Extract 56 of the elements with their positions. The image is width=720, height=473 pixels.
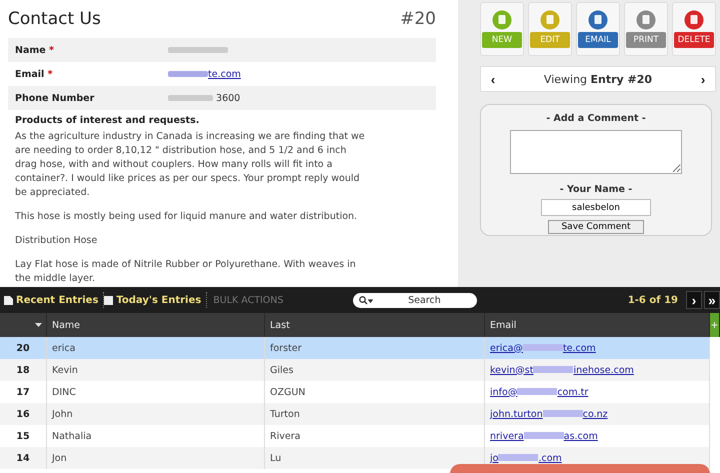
entries-tab[interactable]: Recent Entries — [4, 292, 104, 308]
checkbox-icon — [104, 295, 114, 305]
table-cell: John — [47, 403, 265, 425]
redacted-text — [168, 70, 208, 77]
document-icon — [4, 295, 13, 305]
table-cell: Giles — [265, 359, 485, 381]
viewing-label: Viewing Entry #20 — [542, 72, 654, 86]
column-header[interactable]: Name — [47, 313, 265, 337]
email-link[interactable]: info@ com.tr — [490, 386, 588, 398]
table-row[interactable]: 18 Kevin Giles kevin@st inehose.com — [0, 359, 710, 381]
field-label: Email * — [15, 68, 54, 80]
field-label: Name * — [15, 44, 55, 56]
action-button[interactable]: EMAIL — [576, 2, 620, 56]
redacted-text — [168, 47, 228, 53]
phone-value: 3600 — [168, 92, 240, 104]
sort-header[interactable] — [0, 313, 47, 337]
page-count: 1-6 of 19 — [628, 294, 678, 306]
page-title: Contact Us — [8, 9, 101, 29]
message-paragraph: This hose is mostly being used for liquid manure and water distribution. — [15, 210, 358, 224]
field-label: Phone Number — [15, 92, 96, 104]
message-paragraph: As the agriculture industry in Canada is increasing we are finding that we are needing to order 8,10,12 " distribution hose, and 5 1/2 and 6 inch drag hose, with and without couplers. How many rolls will fit into a container?. I would like prices as per our specs. Your prompt reply would be appreciated. — [15, 130, 366, 200]
table-cell: 18 — [0, 359, 47, 381]
last-page-button[interactable]: » — [704, 291, 720, 309]
table-cell: 16 — [0, 403, 47, 425]
table-row[interactable]: 14 Jon Lu jo .com — [0, 447, 710, 469]
table-cell: Kevin — [47, 359, 265, 381]
next-page-button[interactable]: › — [686, 291, 702, 309]
comment-heading: - Add a Comment - — [546, 113, 646, 124]
email-link[interactable]: nrivera as.com — [490, 430, 598, 442]
search-field[interactable]: Search — [353, 292, 478, 308]
email-link[interactable]: te.com — [168, 68, 241, 80]
table-row[interactable]: 20 erica forster erica@ te.com — [0, 337, 710, 359]
entries-tab[interactable]: Today's Entries — [104, 292, 208, 308]
entry-number: #20 — [400, 9, 436, 29]
table-row[interactable]: 16 John Turton john.turton co.nz — [0, 403, 710, 425]
table-cell: Turton — [265, 403, 485, 425]
table-cell: Jon — [47, 447, 265, 469]
email-link[interactable]: jo .com — [490, 452, 562, 464]
action-button[interactable]: DELETE — [672, 2, 716, 56]
table-cell: 20 — [0, 337, 47, 359]
caret-icon — [35, 323, 42, 327]
comment-field[interactable] — [510, 130, 682, 174]
table-cell: Lu — [265, 447, 485, 469]
redacted-text — [168, 94, 213, 101]
column-header[interactable]: Last — [265, 313, 485, 337]
table-cell: erica — [47, 337, 265, 359]
message-paragraph: Distribution Hose — [15, 234, 98, 248]
column-header[interactable]: Email — [485, 313, 710, 337]
bulk-actions[interactable]: BULK ACTIONS — [213, 294, 284, 306]
save-comment-button[interactable]: Save Comment — [548, 220, 644, 234]
table-cell: 14 — [0, 447, 47, 469]
message-paragraph: Lay Flat hose is made of Nitrile Rubber or Polyurethane. With weaves in the middle layer. — [15, 258, 357, 286]
message-heading: Products of interest and requests. — [15, 115, 200, 126]
name-heading: - Your Name - — [560, 184, 632, 195]
name-field[interactable]: salesbelon — [541, 199, 651, 216]
table-cell: forster — [265, 337, 485, 359]
